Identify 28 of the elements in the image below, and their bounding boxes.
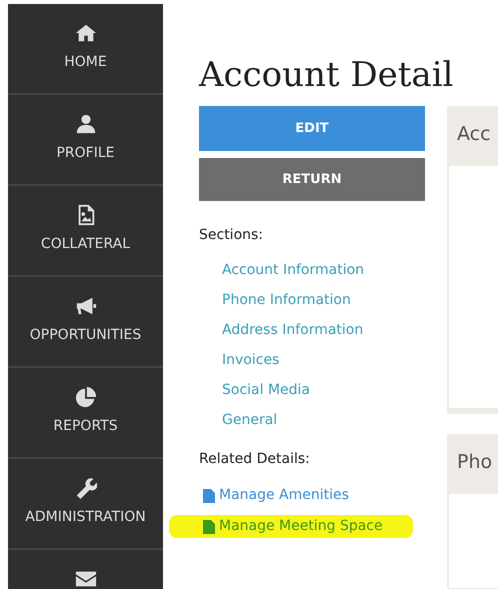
section-heading: Related Details: xyxy=(199,450,311,469)
panel-title: Pho xyxy=(456,450,494,475)
related-link[interactable]: Manage Amenities xyxy=(199,484,349,507)
section-link[interactable]: Social Media xyxy=(222,380,425,401)
wrench-icon xyxy=(74,477,96,499)
sidebar-link[interactable]: HOME xyxy=(64,52,107,73)
section-link[interactable]: Invoices xyxy=(222,350,425,371)
sidebar-link[interactable]: PROFILE xyxy=(56,143,115,164)
sidebar-link[interactable]: REPORTS xyxy=(53,416,118,437)
section-heading: Sections: xyxy=(199,226,264,245)
edit-button[interactable]: EDIT xyxy=(199,106,425,151)
panel-title: Acc xyxy=(456,122,492,147)
document-icon xyxy=(203,488,215,502)
page-title: Account Detail xyxy=(199,58,454,92)
section-link[interactable]: Phone Information xyxy=(222,290,425,311)
pie-icon xyxy=(74,386,96,408)
section-link[interactable]: Account Information xyxy=(222,260,425,281)
section-link[interactable]: General xyxy=(222,410,425,431)
sidebar-link[interactable]: OPPORTUNITIES xyxy=(30,325,142,346)
user-icon xyxy=(74,113,96,135)
home-icon xyxy=(74,22,96,44)
return-button[interactable]: RETURN xyxy=(199,158,425,201)
highlighted-link[interactable]: Manage Meeting Space xyxy=(169,515,413,538)
document-icon xyxy=(203,520,215,534)
megaphone-icon xyxy=(74,295,96,317)
sidebar-link[interactable]: ADMINISTRATION xyxy=(25,507,146,528)
sidebar-link[interactable]: COLLATERAL xyxy=(40,234,130,255)
section-link[interactable]: Address Information xyxy=(222,320,425,341)
